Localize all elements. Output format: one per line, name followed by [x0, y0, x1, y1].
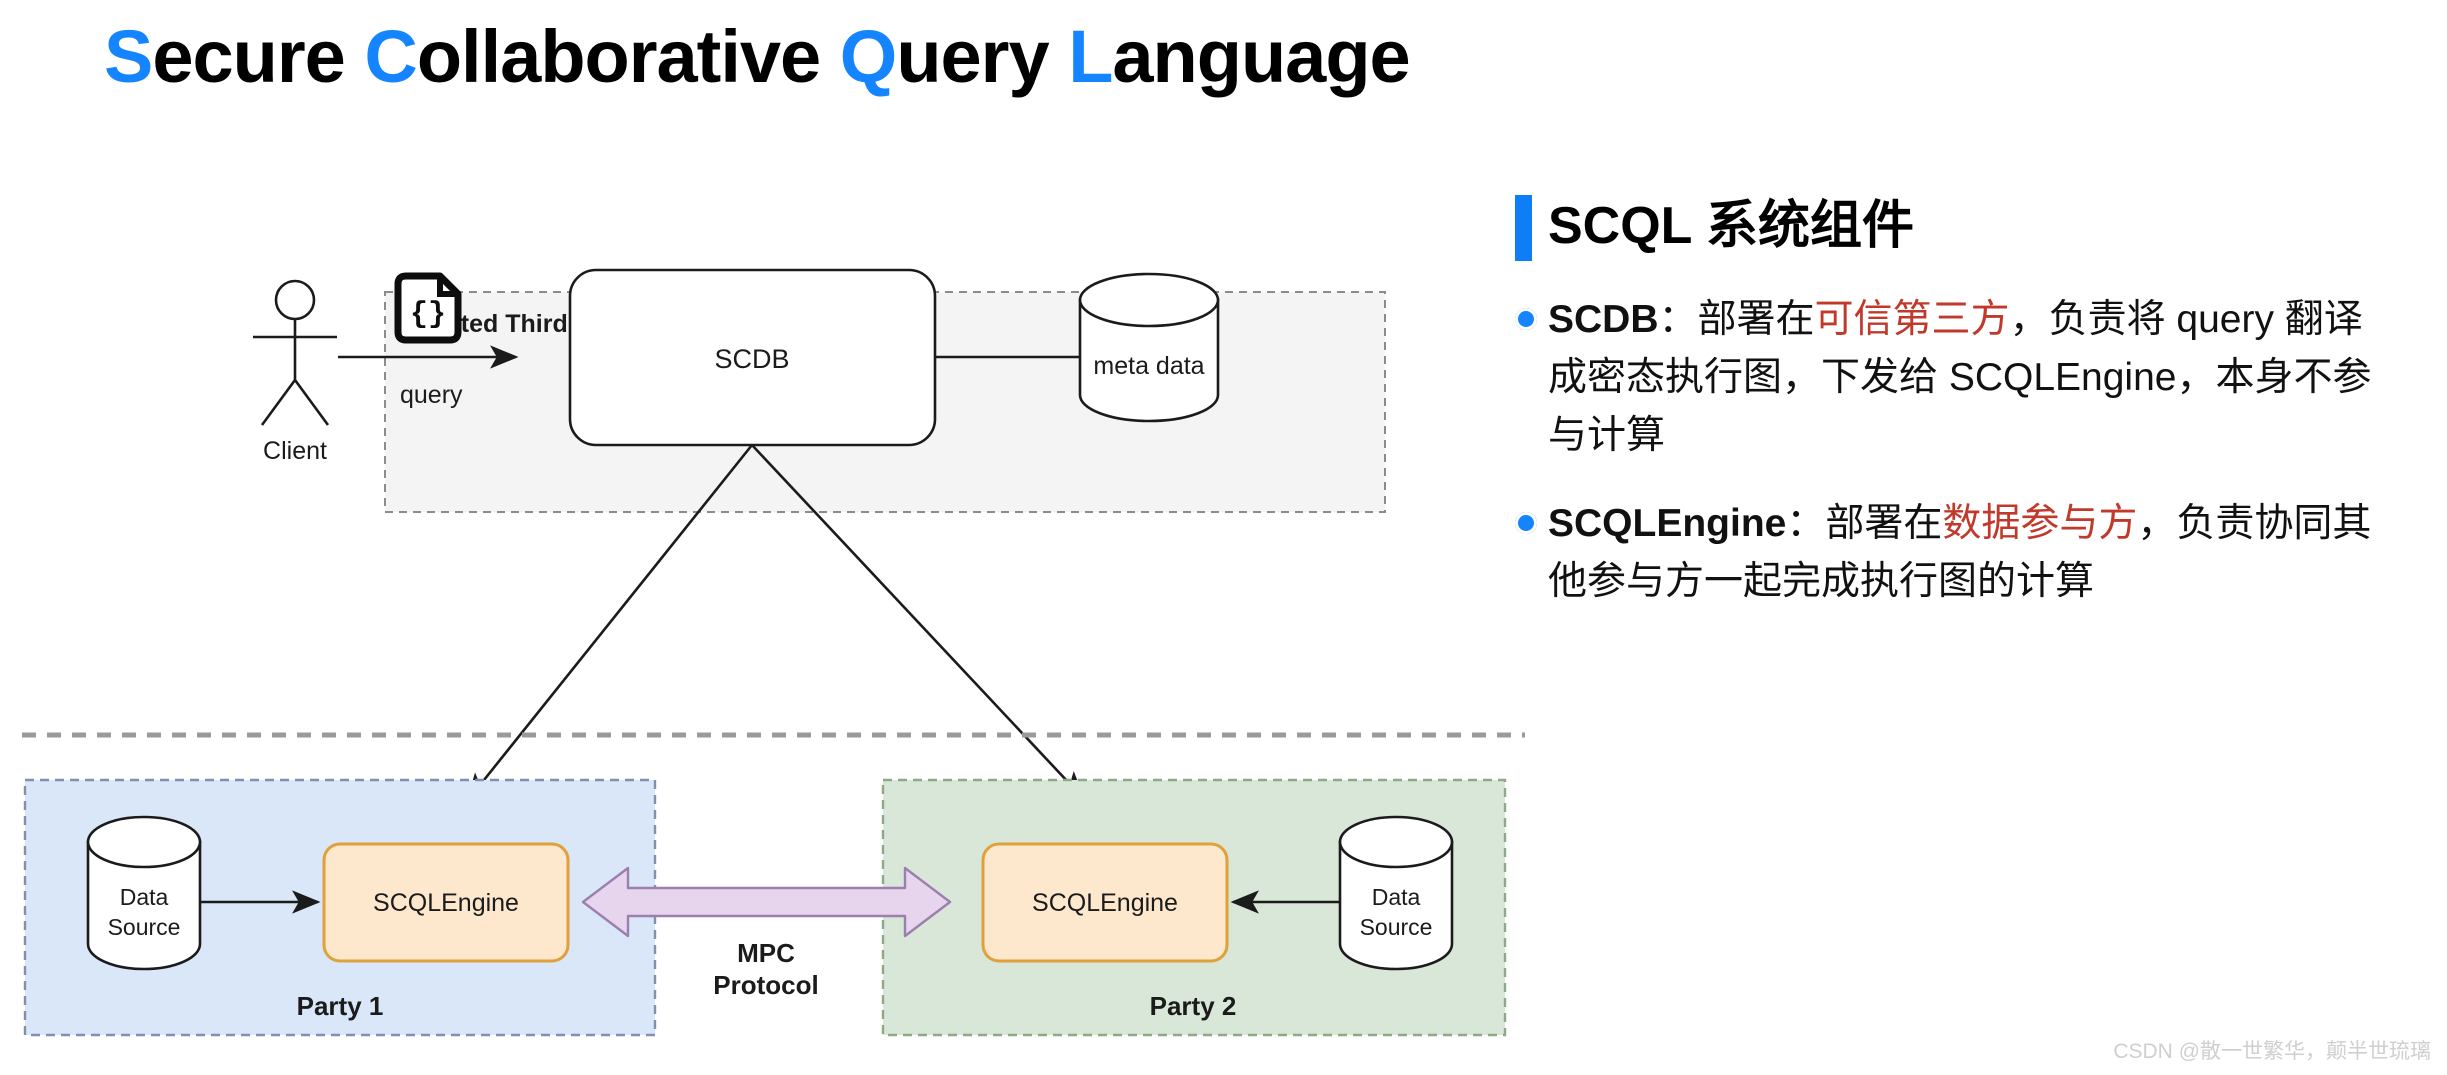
party-2-label: Party 2	[1150, 991, 1237, 1021]
panel-heading: SCQL 系统组件	[1515, 195, 2415, 261]
bullet-separator-scqlengine: ：	[1786, 502, 1826, 545]
bullet-separator-scdb: ：	[1658, 298, 1698, 341]
party-1-label: Party 1	[297, 991, 384, 1021]
client-actor	[253, 279, 337, 426]
title-word-2-initial: C	[364, 15, 417, 98]
data-source-cylinder-top-icon	[86, 815, 202, 869]
title-word-3-initial: Q	[839, 15, 898, 98]
bullet-highlight-scdb: 可信第三方	[1814, 298, 2010, 341]
party-1-data-source-label-line2: Source	[108, 914, 181, 940]
bullet-item-scdb: SCDB：部署在可信第三方，负责将 query 翻译成密态执行图，下发给 SCQ…	[1515, 291, 2415, 465]
bullet-item-scqlengine: SCQLEngine：部署在数据参与方，负责协同其他参与方一起完成执行图的计算	[1515, 495, 2415, 611]
bullet-term-scdb: SCDB	[1548, 298, 1659, 341]
title-word-3-rest: uery	[896, 15, 1049, 98]
query-arrow-label: query	[400, 381, 463, 409]
json-document-icon: {}	[394, 272, 462, 344]
metadata-label: meta data	[1093, 352, 1204, 380]
party-2-data-source-label-line2: Source	[1360, 914, 1433, 940]
bullet-seg-engine-0: 部署在	[1825, 502, 1943, 545]
party-1-engine-node: SCQLEngine	[322, 842, 570, 963]
mpc-protocol-label-line2: Protocol	[713, 970, 818, 1000]
actor-leg-left-icon	[260, 379, 297, 426]
metadata-cylinder-top-icon	[1078, 272, 1220, 328]
title-word-4-rest: anguage	[1112, 15, 1410, 98]
party-1-engine-label: SCQLEngine	[373, 889, 519, 917]
actor-leg-right-icon	[293, 379, 330, 426]
json-braces-glyph: {}	[410, 298, 446, 332]
party-2-data-source: Data Source	[1338, 815, 1454, 971]
component-description-panel: SCQL 系统组件 SCDB：部署在可信第三方，负责将 query 翻译成密态执…	[1515, 195, 2415, 611]
bullet-highlight-scqlengine: 数据参与方	[1942, 502, 2138, 545]
party-2-data-source-label-line1: Data	[1372, 884, 1421, 910]
title-word-2-rest: ollaborative	[416, 15, 821, 98]
bullet-text-scqlengine: SCQLEngine：部署在数据参与方，负责协同其他参与方一起完成执行图的计算	[1548, 495, 2388, 611]
panel-heading-label: SCQL 系统组件	[1548, 197, 1914, 255]
bullet-seg-scdb-0: 部署在	[1697, 298, 1815, 341]
bullet-term-scqlengine: SCQLEngine	[1548, 502, 1787, 545]
party-1-data-source-label-line1: Data	[120, 884, 169, 910]
actor-head-icon	[274, 279, 316, 321]
party-2-engine-node: SCQLEngine	[981, 842, 1229, 963]
data-source-cylinder-top-icon	[1338, 815, 1454, 869]
client-label: Client	[263, 437, 327, 465]
title-word-1-rest: ecure	[152, 15, 345, 98]
watermark: CSDN @散一世繁华，颠半世琉璃	[2113, 1040, 2431, 1063]
mpc-protocol-label-line1: MPC	[737, 938, 795, 968]
title-word-1-initial: S	[104, 15, 153, 98]
party-1-data-source: Data Source	[86, 815, 202, 971]
architecture-diagram: Trusted Third Party Client {} query SCDB…	[0, 240, 1560, 1075]
scdb-label: SCDB	[714, 344, 789, 374]
scdb-node: SCDB	[568, 268, 937, 447]
party-2-engine-label: SCQLEngine	[1032, 889, 1178, 917]
page-title: Secure Collaborative Query Language	[104, 14, 1411, 99]
metadata-store-node: meta data	[1078, 272, 1220, 423]
title-word-4-initial: L	[1068, 15, 1113, 98]
bullet-text-scdb: SCDB：部署在可信第三方，负责将 query 翻译成密态执行图，下发给 SCQ…	[1548, 291, 2388, 465]
